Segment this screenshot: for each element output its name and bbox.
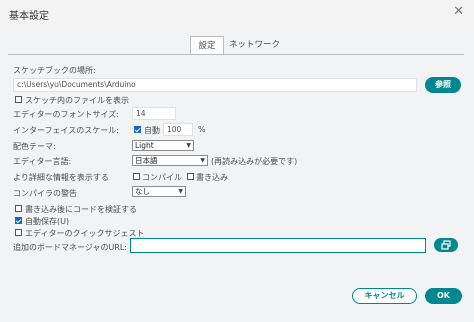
- theme-select[interactable]: Light ▼: [132, 140, 194, 151]
- sketchbook-label: スケッチブックの場所:: [13, 66, 96, 75]
- auto-scale-checkbox[interactable]: [134, 126, 141, 133]
- chevron-down-icon: ▼: [178, 188, 183, 195]
- ok-button[interactable]: OK: [425, 288, 462, 304]
- title-bar: 基本設定 ✕: [0, 0, 474, 30]
- compiler-warnings-label: コンパイラの警告: [13, 189, 77, 198]
- interface-scale-label: インターフェイスのスケール:: [13, 126, 119, 135]
- language-note: (再読み込みが必要です): [211, 157, 298, 166]
- window-title: 基本設定: [9, 11, 49, 22]
- verbose-upload-checkbox[interactable]: [187, 173, 194, 180]
- verbose-upload-label: 書き込み: [196, 173, 228, 182]
- url-editor-button[interactable]: [434, 238, 458, 252]
- cancel-button[interactable]: キャンセル: [352, 288, 417, 304]
- quick-suggest-label: エディターのクイックサジェスト: [25, 229, 145, 238]
- chevron-down-icon: ▼: [186, 142, 191, 149]
- board-manager-url-input[interactable]: [130, 238, 426, 253]
- quick-suggest-checkbox[interactable]: [15, 229, 22, 236]
- verbose-label: より詳細な情報を表示する: [13, 173, 109, 182]
- autosave-label: 自動保存(U): [25, 217, 70, 226]
- verbose-compile-checkbox[interactable]: [133, 173, 140, 180]
- theme-value: Light: [135, 141, 154, 150]
- close-icon[interactable]: ✕: [453, 4, 464, 19]
- font-size-input[interactable]: 14: [132, 107, 176, 120]
- verify-checkbox[interactable]: [15, 205, 22, 212]
- tab-divider: [8, 54, 464, 55]
- sketchbook-path-input[interactable]: c:\Users\yu\Documents\Arduino: [13, 78, 417, 92]
- language-value: 日本語: [135, 156, 158, 165]
- language-select[interactable]: 日本語 ▼: [132, 155, 208, 166]
- auto-scale-label: 自動: [144, 126, 160, 135]
- warnings-select[interactable]: なし ▼: [132, 186, 186, 197]
- theme-label: 配色テーマ:: [13, 142, 56, 151]
- editor-font-label: エディターのフォントサイズ:: [13, 110, 119, 119]
- show-files-checkbox[interactable]: [15, 96, 22, 103]
- show-files-label: スケッチ内のファイルを表示: [25, 96, 129, 105]
- scale-input[interactable]: 100: [163, 123, 193, 136]
- chevron-down-icon: ▼: [200, 157, 205, 164]
- tab-settings[interactable]: 設定: [190, 36, 224, 55]
- editor-language-label: エディター言語:: [13, 157, 72, 166]
- warnings-value: なし: [135, 187, 150, 196]
- verbose-compile-label: コンパイル: [142, 173, 182, 182]
- tab-network[interactable]: ネットワーク: [229, 36, 280, 54]
- scale-unit: %: [198, 125, 206, 134]
- open-window-icon: [441, 240, 451, 250]
- browse-button[interactable]: 参照: [425, 77, 461, 93]
- board-manager-label: 追加のボードマネージャのURL:: [13, 243, 128, 252]
- verify-label: 書き込み後にコードを検証する: [25, 205, 137, 214]
- autosave-checkbox[interactable]: [15, 217, 22, 224]
